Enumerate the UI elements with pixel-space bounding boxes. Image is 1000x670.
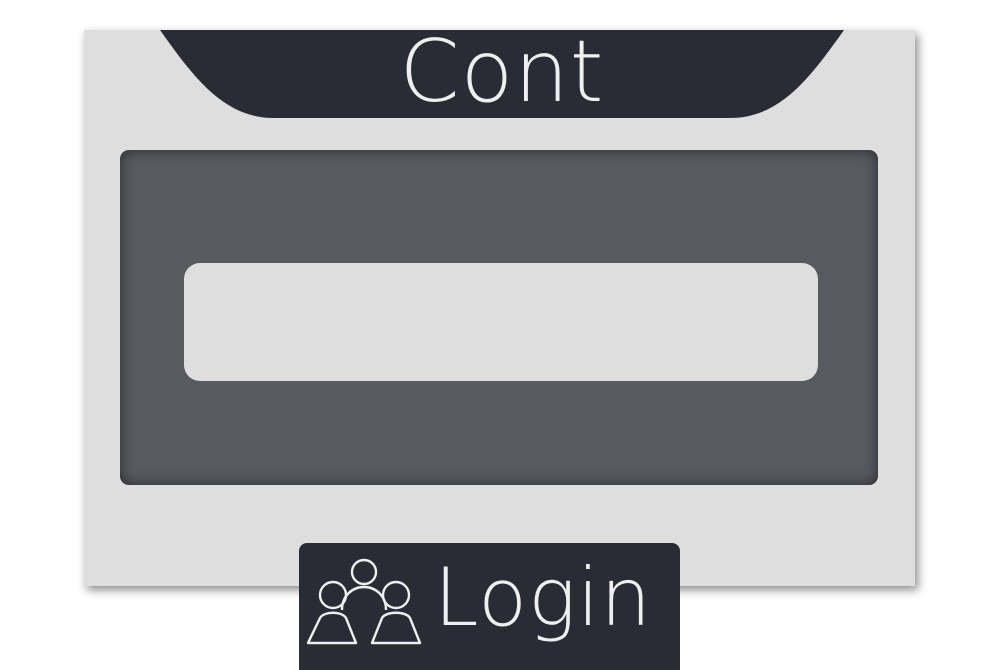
- content-field: [184, 263, 818, 381]
- page-title: Cont: [399, 22, 605, 122]
- users-group-icon: [306, 558, 422, 648]
- login-label: Login: [434, 551, 653, 644]
